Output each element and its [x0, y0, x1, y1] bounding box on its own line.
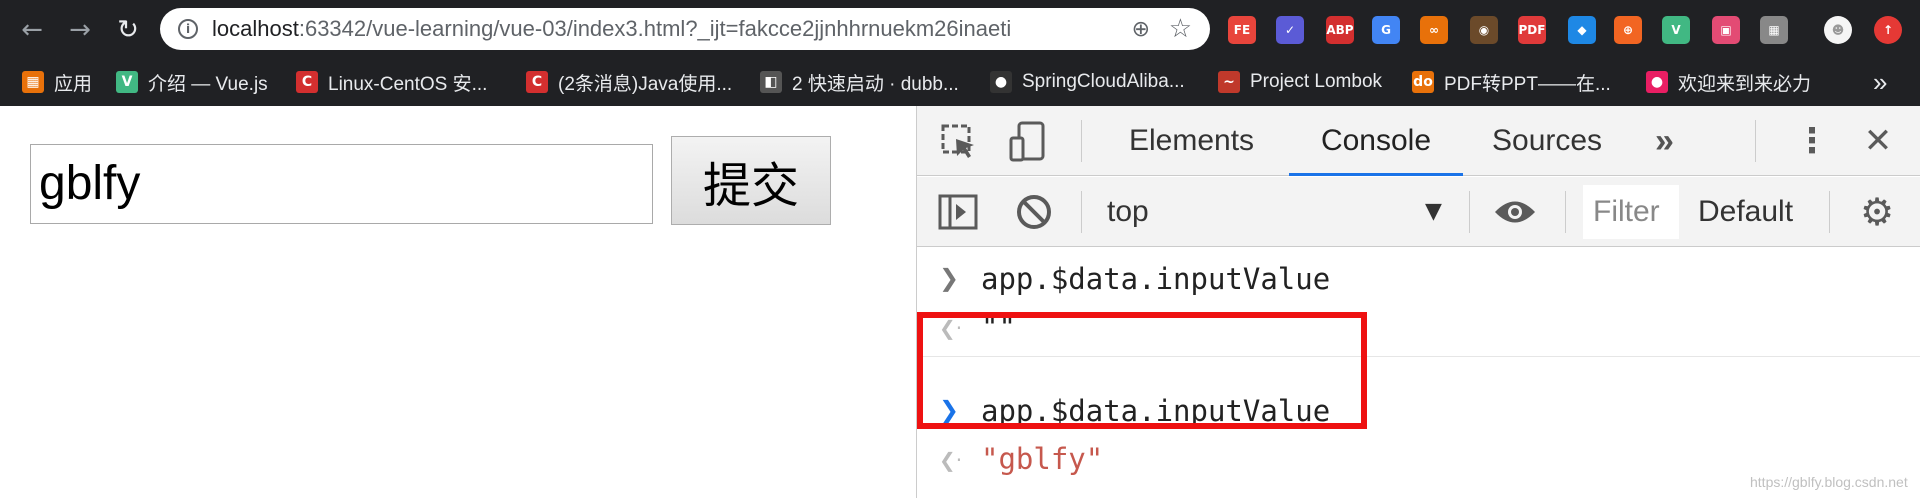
inspect-cursor-icon[interactable] [939, 122, 979, 162]
url-host: localhost [212, 16, 299, 41]
tampermonkey-icon[interactable]: ◉ [1470, 16, 1498, 44]
lifebuoy-icon[interactable]: ⊕ [1614, 16, 1642, 44]
eye-icon[interactable] [1493, 191, 1537, 233]
bookmark-label: Project Lombok [1250, 71, 1383, 92]
tab-console[interactable]: Console [1289, 106, 1463, 176]
bilibili-icon[interactable]: ▣ [1712, 16, 1740, 44]
devtools-panel: Elements Console Sources » ⋮ ✕ top ▼ Fil… [916, 106, 1920, 498]
toolbar-divider [1565, 191, 1566, 233]
bookmark-label: Linux-CentOS 安... [328, 73, 488, 95]
back-arrow-icon[interactable]: ← [12, 10, 52, 50]
prompt-chevron-icon: ❯ [939, 264, 960, 292]
console-input-text: app.$data.inputValue [981, 262, 1331, 296]
url-path: :63342/vue-learning/vue-03/index3.html?_… [298, 16, 1012, 41]
bookmark-label: PDF转PPT——在... [1444, 73, 1611, 95]
translate-icon[interactable]: G [1372, 16, 1400, 44]
bookmark-springcloud[interactable]: ● SpringCloudAliba... [990, 58, 1185, 106]
vue-devtools-icon[interactable]: V [1662, 16, 1690, 44]
fe-helper-icon[interactable]: FE [1228, 16, 1256, 44]
tab-sources[interactable]: Sources [1492, 106, 1602, 176]
bookmark-dubbo[interactable]: ◧ 2 快速启动 · dubb... [760, 58, 959, 106]
kebab-menu-icon[interactable]: ⋮ [1795, 120, 1829, 162]
page-content: gblfy 提交 [0, 106, 916, 498]
bookmark-lombok[interactable]: ~ Project Lombok [1218, 58, 1382, 106]
url-text[interactable]: localhost:63342/vue-learning/vue-03/inde… [212, 8, 1011, 50]
toolbar-divider [1081, 120, 1082, 162]
toolbar-divider [1081, 191, 1082, 233]
bookmark-label: SpringCloudAliba... [1022, 71, 1185, 92]
gear-icon[interactable]: ⚙ [1855, 190, 1899, 234]
browser-chrome: ← → ↻ i localhost:63342/vue-learning/vue… [0, 0, 1920, 106]
bookmark-dubbo-icon: ◧ [760, 71, 782, 93]
filter-input[interactable]: Filter [1583, 185, 1679, 239]
pdf-icon[interactable]: PDF [1518, 16, 1546, 44]
log-levels-select[interactable]: Default [1698, 177, 1793, 247]
console-result-text: "gblfy" [981, 442, 1104, 476]
reload-icon[interactable]: ↻ [108, 10, 148, 50]
extension-puzzle-icon[interactable]: ▦ [1760, 16, 1788, 44]
device-toolbar-icon[interactable] [1007, 120, 1051, 164]
value-input[interactable]: gblfy [30, 144, 653, 224]
zoom-icon[interactable]: ⊕ [1132, 17, 1150, 42]
bookmark-label: 欢迎来到来必力 [1678, 73, 1812, 95]
bookmark-linux-centos[interactable]: C Linux-CentOS 安... [296, 58, 487, 106]
check-circle-icon[interactable]: ✓ [1276, 16, 1304, 44]
bookmark-label: (2条消息)Java使用... [558, 73, 733, 95]
toolbar-divider [1829, 191, 1830, 233]
browser-toolbar: ← → ↻ i localhost:63342/vue-learning/vue… [0, 0, 1920, 58]
dropdown-caret-icon[interactable]: ▼ [1425, 199, 1442, 224]
bookmark-springcloud-icon: ● [990, 71, 1012, 93]
more-bookmarks-button[interactable]: » [1873, 58, 1887, 106]
bookmark-label: 2 快速启动 · dubb... [792, 73, 959, 95]
console-input-row: ❯ app.$data.inputValue [917, 258, 1920, 306]
bookmark-star-icon[interactable]: ☆ [1169, 14, 1192, 44]
bookmark-java-icon: C [526, 71, 548, 93]
close-icon[interactable]: ✕ [1857, 120, 1899, 162]
bookmark-apps-icon: ▦ [22, 71, 44, 93]
annotation-highlight-box [917, 312, 1367, 429]
sidebar-toggle-icon[interactable] [937, 193, 979, 231]
watermark: https://gblfy.blog.csdn.net [1750, 474, 1908, 490]
site-info-icon[interactable]: i [178, 19, 198, 39]
toolbar-divider [1469, 191, 1470, 233]
bookmark-pdf-ppt-icon: do [1412, 71, 1434, 93]
clear-console-icon[interactable] [1013, 191, 1055, 233]
result-arrow-icon: ❮· [939, 448, 963, 472]
bookmark-apps[interactable]: ▦ 应用 [22, 58, 92, 106]
update-icon[interactable]: ↑ [1874, 16, 1902, 44]
tab-elements[interactable]: Elements [1129, 106, 1254, 176]
avatar-icon[interactable]: ☻ [1824, 16, 1852, 44]
more-tabs-icon[interactable]: » [1655, 106, 1674, 176]
infinity-icon[interactable]: ∞ [1420, 16, 1448, 44]
forward-arrow-icon[interactable]: → [60, 10, 100, 50]
bookmark-java[interactable]: C (2条消息)Java使用... [526, 58, 732, 106]
context-select[interactable]: top [1107, 177, 1149, 247]
bookmark-lombok-icon: ~ [1218, 71, 1240, 93]
bookmark-label: 应用 [54, 73, 93, 95]
devtools-tabbar: Elements Console Sources » ⋮ ✕ [917, 106, 1920, 176]
bookmark-pdf-ppt[interactable]: do PDF转PPT——在... [1412, 58, 1611, 106]
bookmark-label: 介绍 — Vue.js [148, 73, 268, 95]
address-bar[interactable]: i localhost:63342/vue-learning/vue-03/in… [160, 8, 1210, 50]
console-toolbar: top ▼ Filter Default ⚙ [917, 177, 1920, 247]
bookmarks-bar: ▦ 应用 V 介绍 — Vue.js C Linux-CentOS 安... C (2条消息)… [0, 58, 1920, 106]
bookmark-vue[interactable]: V 介绍 — Vue.js [116, 58, 268, 106]
adblock-icon[interactable]: ABP [1326, 16, 1354, 44]
bookmark-vue-icon: V [116, 71, 138, 93]
bookmark-laibili-icon: ● [1646, 71, 1668, 93]
submit-button[interactable]: 提交 [671, 136, 831, 225]
bookmark-laibili[interactable]: ● 欢迎来到来必力 [1646, 58, 1811, 106]
octotree-icon[interactable]: ◆ [1568, 16, 1596, 44]
toolbar-divider [1755, 120, 1756, 162]
bookmark-linux-centos-icon: C [296, 71, 318, 93]
